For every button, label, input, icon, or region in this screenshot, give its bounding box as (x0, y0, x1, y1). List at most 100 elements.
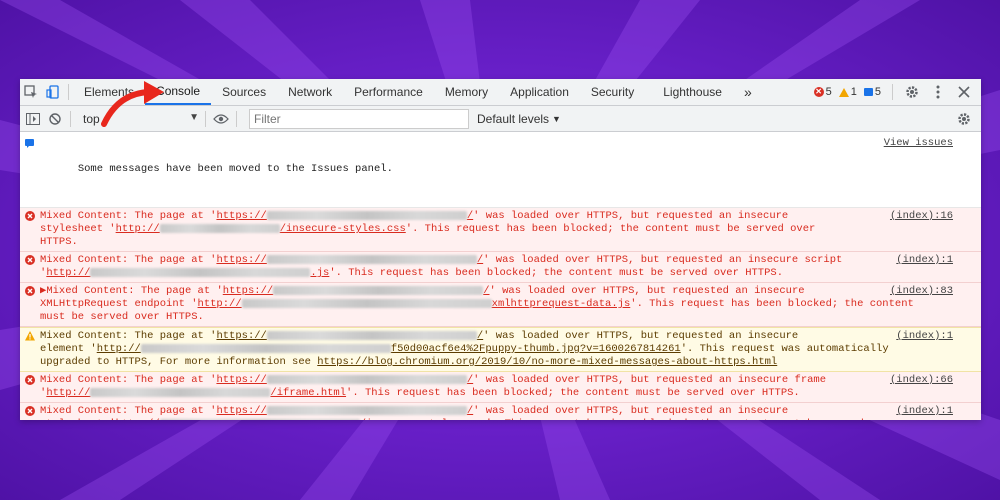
page-url-link[interactable]: https:/// (216, 254, 483, 266)
error-icon (25, 211, 35, 221)
url-prefix: https:// (222, 285, 274, 297)
url-prefix: https:// (216, 254, 267, 266)
view-issues-link[interactable]: View issues (884, 137, 953, 150)
url-prefix: http:// (96, 343, 141, 355)
eye-icon[interactable] (210, 106, 232, 132)
url-suffix: xmlhttprequest-data.js (491, 298, 631, 310)
page-url-link[interactable]: https:/// (216, 405, 473, 417)
devtools-panel: Elements Console Sources Network Perform… (20, 79, 981, 420)
resource-url-link[interactable]: http:// .js (46, 267, 329, 279)
page-url-link[interactable]: https:/// (216, 330, 483, 342)
console-error-message: Mixed Content: The page at 'https:///' w… (20, 403, 981, 420)
redacted-url (266, 330, 477, 340)
error-icon (25, 255, 35, 265)
more-tabs-button[interactable]: » (733, 79, 763, 105)
redacted-url (266, 405, 467, 415)
url-suffix: f50d00acf6e4%2Fpuppy-thumb.jpg?v=1600267… (390, 343, 681, 355)
redacted-url (140, 343, 391, 353)
resource-url-link[interactable]: http:// /insecure-styles.css (116, 223, 406, 235)
log-levels-dropdown[interactable]: Default levels ▼ (477, 112, 561, 126)
warning-icon (838, 87, 849, 97)
toolbar-separator (236, 110, 237, 127)
url-prefix: http:// (197, 298, 242, 310)
error-icon (25, 406, 35, 416)
resource-url-link[interactable]: http:// /iframe.html (46, 387, 346, 399)
clear-console-icon[interactable] (44, 106, 66, 132)
info-count[interactable]: 5 (863, 86, 881, 98)
tab-sources[interactable]: Sources (211, 79, 277, 105)
source-location-link[interactable]: (index):1 (896, 405, 953, 418)
url-prefix: http:// (46, 387, 91, 399)
url-prefix: https:// (216, 330, 267, 342)
tab-security[interactable]: Security (580, 79, 645, 105)
source-location-link[interactable]: (index):1 (896, 254, 953, 267)
url-prefix: http:// (46, 267, 91, 279)
log-levels-label: Default levels (477, 111, 550, 126)
source-location-link[interactable]: (index):83 (890, 285, 953, 298)
redacted-url (241, 298, 492, 308)
message-text: Mixed Content: The page at ' (40, 374, 217, 386)
toolbar-right: ✕ 5 1 5 (813, 79, 975, 105)
console-error-message: Mixed Content: The page at 'https:///' w… (20, 252, 981, 283)
error-count[interactable]: ✕ 5 (813, 86, 832, 98)
close-icon[interactable] (953, 79, 975, 105)
filter-input[interactable] (249, 108, 469, 129)
chevron-down-icon: ▼ (189, 111, 199, 123)
tab-network[interactable]: Network (277, 79, 343, 105)
tab-performance[interactable]: Performance (343, 79, 434, 105)
sidebar-toggle-icon[interactable] (22, 106, 44, 132)
tab-memory[interactable]: Memory (434, 79, 499, 105)
tab-separator (68, 84, 69, 100)
url-suffix: .js (310, 267, 330, 279)
device-toolbar-icon[interactable] (42, 79, 64, 105)
resource-url-link[interactable]: http:// /insecure-styles.css (116, 418, 486, 420)
kebab-menu-icon[interactable] (927, 79, 949, 105)
toolbar-separator (205, 110, 206, 127)
gear-icon[interactable] (901, 79, 923, 105)
redacted-url (266, 254, 477, 264)
url-prefix: http:// (115, 223, 160, 235)
url-prefix: https:// (216, 210, 267, 222)
message-text: Mixed Content: The page at ' (40, 254, 217, 266)
message-text: Mixed Content: The page at ' (40, 405, 217, 417)
tab-application[interactable]: Application (499, 79, 580, 105)
url-prefix: http:// (116, 418, 160, 420)
redacted-url (266, 210, 467, 220)
issues-notice: Some messages have been moved to the Iss… (20, 132, 981, 208)
redacted-url (159, 418, 360, 420)
message-text: Mixed Content: The page at ' (40, 210, 217, 222)
tab-lighthouse[interactable]: Lighthouse (645, 79, 733, 105)
url-suffix: /iframe.html (270, 387, 347, 399)
console-output: Some messages have been moved to the Iss… (20, 132, 981, 420)
console-error-message: ▶Mixed Content: The page at 'https:///' … (20, 283, 981, 327)
console-settings-gear-icon[interactable] (953, 106, 975, 132)
resource-url-link[interactable]: http:// f50d00acf6e4%2Fpuppy-thumb.jpg?v=… (97, 343, 681, 355)
redacted-url (273, 285, 484, 295)
chevron-down-icon: ▼ (552, 113, 561, 124)
warning-count[interactable]: 1 (838, 86, 857, 98)
error-count-value: 5 (825, 86, 832, 98)
resource-url-link[interactable]: http:// xmlhttprequest-data.js (198, 298, 631, 310)
source-location-link[interactable]: (index):1 (896, 330, 953, 343)
message-text: '. This request has been blocked; the co… (346, 387, 800, 399)
issues-notice-text: Some messages have been moved to the Iss… (77, 163, 393, 175)
page-url-link[interactable]: https:/// (223, 285, 490, 297)
toolbar-separator (70, 110, 71, 127)
warning-count-value: 1 (850, 86, 857, 98)
redacted-url (90, 267, 311, 277)
source-location-link[interactable]: (index):66 (890, 374, 953, 387)
warning-icon (25, 331, 35, 341)
info-link[interactable]: https://blog.chromium.org/2019/10/no-mor… (317, 356, 777, 368)
page-url-link[interactable]: https:/// (216, 374, 473, 386)
redacted-url (266, 374, 467, 384)
source-location-link[interactable]: (index):16 (890, 210, 953, 223)
inspect-element-icon[interactable] (20, 79, 42, 105)
message-icon (863, 88, 873, 96)
message-text: Mixed Content: The page at ' (40, 330, 217, 342)
error-icon: ✕ (813, 87, 824, 97)
info-count-value: 5 (874, 86, 881, 98)
console-error-message: Mixed Content: The page at 'https:///' w… (20, 208, 981, 252)
page-url-link[interactable]: https:/// (216, 210, 473, 222)
console-error-message: Mixed Content: The page at 'https:///' w… (20, 372, 981, 403)
message-icon (25, 138, 35, 148)
